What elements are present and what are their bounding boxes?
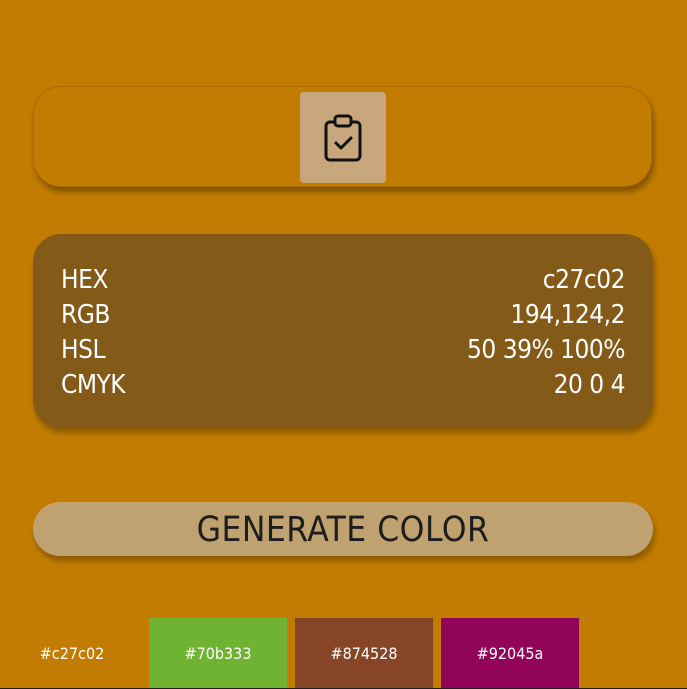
hex-value: c27c02 <box>542 265 626 295</box>
color-history-strip: #c27c02 #70b333 #874528 #92045a <box>0 618 687 689</box>
history-swatch-3[interactable]: #874528 <box>295 618 433 689</box>
copy-to-clipboard-button[interactable] <box>300 92 386 183</box>
clipboard-check-icon <box>324 114 362 161</box>
hsl-value: 50 39% 100% <box>467 335 625 365</box>
rgb-value: 194,124,2 <box>510 300 625 330</box>
color-info-panel: HEX c27c02 RGB 194,124,2 HSL 50 39% 100%… <box>33 234 653 428</box>
hsl-label: HSL <box>61 335 105 365</box>
history-swatch-4[interactable]: #92045a <box>441 618 579 689</box>
cmyk-label: CMYK <box>61 370 126 400</box>
hex-row: HEX c27c02 <box>61 263 626 298</box>
cmyk-row: CMYK 20 0 4 <box>61 368 626 403</box>
hex-label: HEX <box>61 265 108 295</box>
history-swatch-1[interactable]: #c27c02 <box>3 618 141 689</box>
color-generator-page: { "app": { "background_color": "#c27c02"… <box>0 0 687 689</box>
rgb-row: RGB 194,124,2 <box>61 298 625 333</box>
rgb-label: RGB <box>61 300 110 330</box>
hsl-row: HSL 50 39% 100% <box>61 333 625 368</box>
cmyk-value: 20 0 4 <box>553 370 626 400</box>
generate-color-button[interactable]: GENERATE COLOR <box>33 502 653 556</box>
history-swatch-2[interactable]: #70b333 <box>149 618 287 689</box>
